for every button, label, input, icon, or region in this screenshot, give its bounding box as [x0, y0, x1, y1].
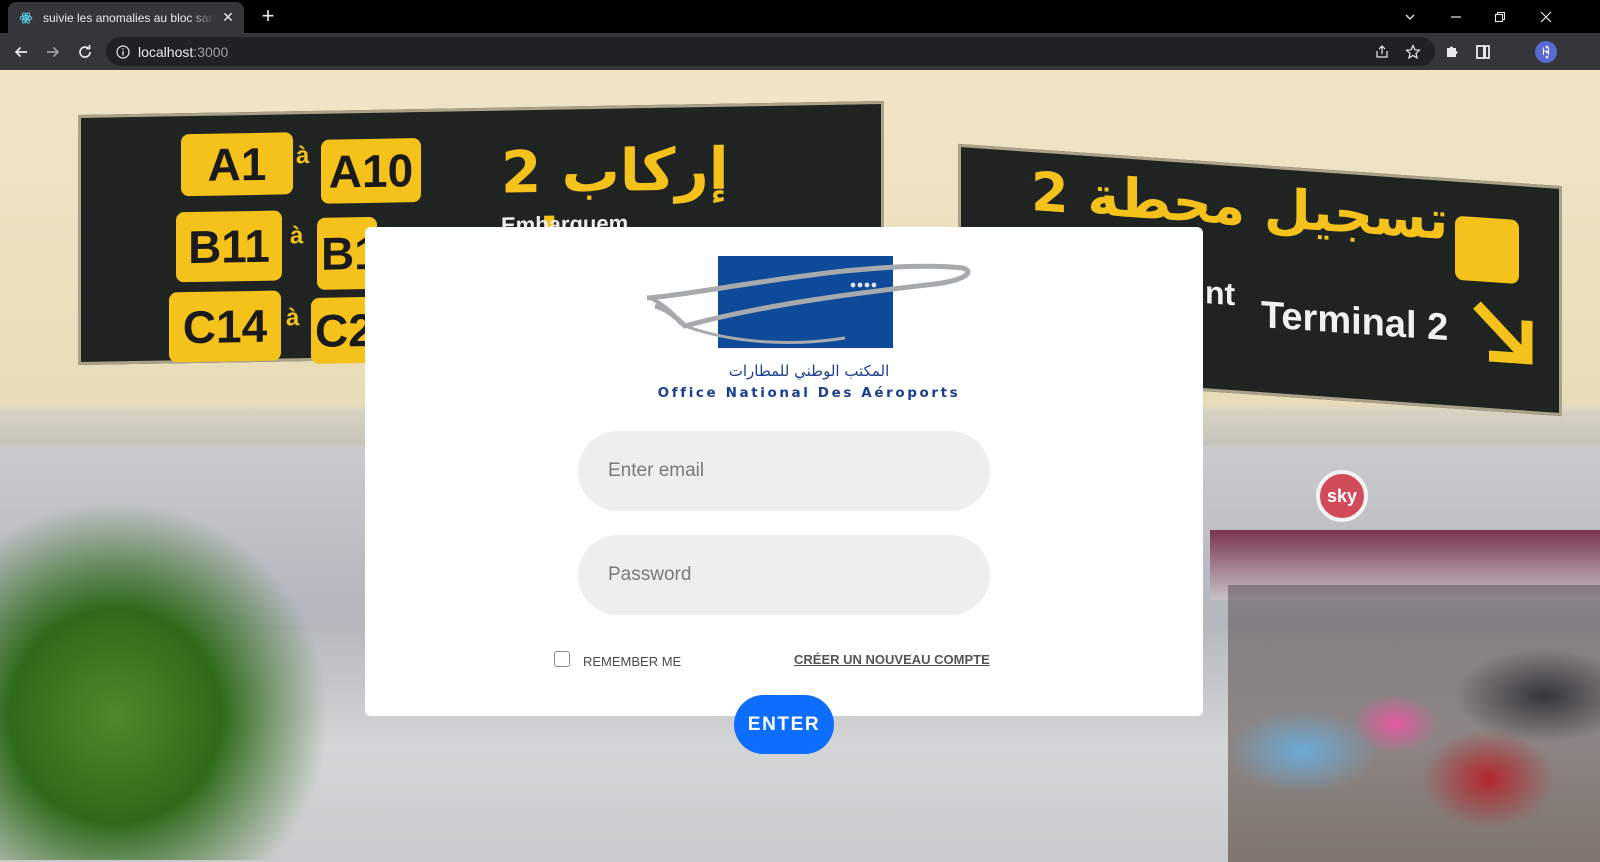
- browser-menu-icon[interactable]: [1533, 38, 1561, 66]
- info-icon[interactable]: [116, 44, 130, 59]
- plant-decoration: [0, 500, 330, 860]
- create-account-link[interactable]: CRÉER UN NOUVEAU COMPTE: [794, 652, 990, 667]
- email-input[interactable]: [578, 431, 990, 511]
- gate-label: A10: [321, 138, 421, 204]
- tab-search-icon[interactable]: [1388, 0, 1432, 33]
- url-host: localhost: [138, 43, 194, 60]
- reload-button[interactable]: [71, 38, 99, 66]
- browser-tab-bar: suivie les anomalies au bloc sanitaire ✕…: [0, 0, 1600, 33]
- sign-latin-text: nt: [1205, 274, 1236, 313]
- onda-logo: المكتب الوطني للمطارات Office National D…: [645, 254, 973, 402]
- gate-connector: à: [286, 304, 300, 332]
- new-tab-button[interactable]: +: [256, 5, 280, 29]
- gate-label: C2: [311, 296, 374, 364]
- url-port: :3000: [193, 43, 229, 60]
- gate-label: B11: [176, 210, 282, 283]
- restore-icon[interactable]: [1478, 0, 1522, 33]
- address-bar[interactable]: localhost:3000: [106, 37, 1435, 66]
- airplane-logo-icon: [646, 256, 971, 348]
- travelers-crowd: [1228, 585, 1600, 862]
- extensions-puzzle-icon[interactable]: [1438, 38, 1466, 66]
- browser-tab[interactable]: suivie les anomalies au bloc sanitaire ✕: [8, 2, 244, 33]
- gate-label: C14: [169, 290, 281, 363]
- terminal-label: Terminal 2: [1261, 294, 1449, 350]
- minimize-icon[interactable]: [1434, 0, 1478, 33]
- tab-close-icon[interactable]: ✕: [220, 9, 236, 26]
- close-window-icon[interactable]: [1524, 0, 1568, 33]
- tab-title: suivie les anomalies au bloc sanitaire: [43, 10, 215, 25]
- side-panel-icon[interactable]: [1469, 38, 1497, 66]
- arrow-down-right-icon: [1473, 301, 1533, 365]
- arrow-right-icon: [47, 46, 60, 58]
- shop-logo: sky: [1316, 470, 1368, 522]
- gate-label: A1: [181, 132, 293, 197]
- back-button[interactable]: [7, 38, 35, 66]
- remember-me: REMEMBER ME: [554, 648, 681, 669]
- logo-french-text: Office National Des Aéroports: [657, 385, 961, 401]
- remember-me-checkbox[interactable]: [554, 650, 570, 667]
- arrow-left-icon: [14, 46, 27, 58]
- logo-arabic-text: المكتب الوطني للمطارات: [728, 362, 890, 380]
- remember-me-label: REMEMBER ME: [583, 654, 682, 669]
- reload-icon: [79, 45, 91, 58]
- gate-connector: à: [290, 222, 304, 250]
- share-icon[interactable]: [1368, 38, 1396, 66]
- gate-connector: à: [296, 141, 310, 170]
- login-card: المكتب الوطني للمطارات Office National D…: [365, 227, 1203, 716]
- react-favicon-icon: [18, 10, 34, 26]
- url-text: localhost:3000: [138, 44, 228, 60]
- enter-button[interactable]: ENTER: [734, 695, 834, 754]
- forward-button[interactable]: [39, 38, 67, 66]
- password-input[interactable]: [578, 535, 990, 615]
- bookmark-star-icon[interactable]: [1399, 38, 1427, 66]
- luggage-icon: [1455, 215, 1519, 285]
- browser-toolbar: localhost:3000 H: [0, 33, 1600, 70]
